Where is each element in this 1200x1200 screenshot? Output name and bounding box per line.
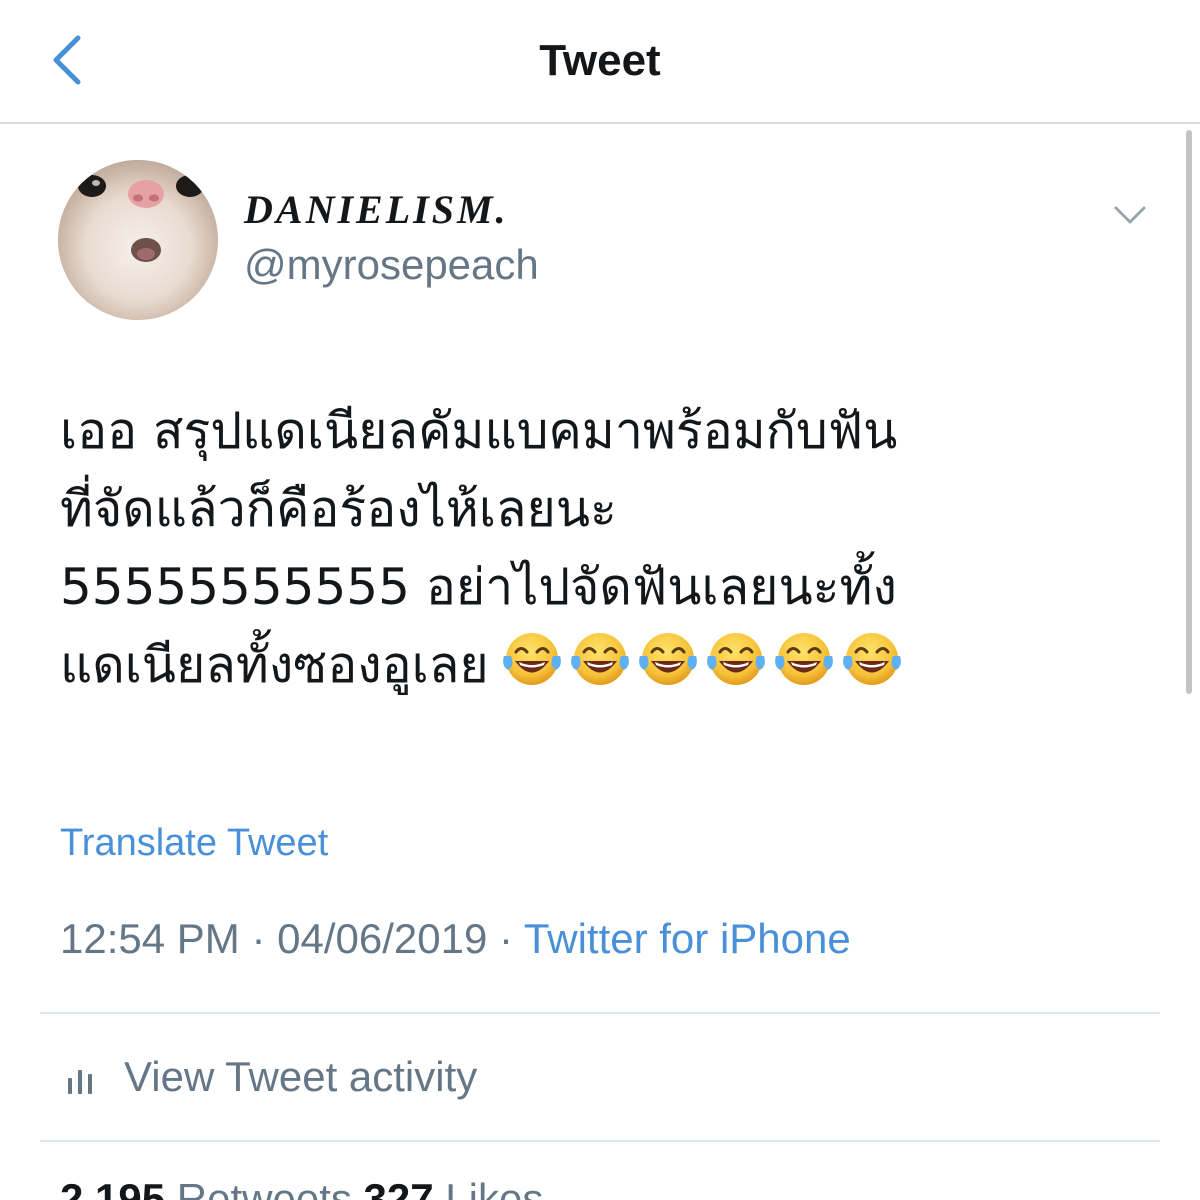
face-with-tears-of-joy-icon	[570, 633, 629, 685]
tweet-meta: 12:54 PM · 04/06/2019 · Twitter for iPho…	[60, 912, 851, 966]
face-with-tears-of-joy-icon	[638, 633, 697, 685]
navigation-bar: Tweet	[0, 0, 1200, 124]
author-display-name[interactable]: DANIELISM.	[244, 186, 509, 234]
tweet-text-line: เออ สรุปแดเนียลคัมแบคมาพร้อมกับฟัน	[60, 402, 898, 460]
tweet-source-link[interactable]: Twitter for iPhone	[524, 915, 851, 962]
meta-separator: ·	[487, 915, 524, 962]
tweet-stats: 2,195 Retweets 327 Likes	[60, 1172, 543, 1200]
retweets-count[interactable]: 2,195	[60, 1175, 165, 1200]
divider	[40, 1140, 1160, 1142]
scrollbar[interactable]	[1186, 130, 1192, 694]
bar-chart-icon	[68, 1070, 92, 1094]
tweet-text-line: 55555555555 อย่าไปจัดฟันเลยนะทั้ง	[60, 558, 897, 616]
author-handle[interactable]: @myrosepeach	[244, 240, 539, 290]
tweet-date: 04/06/2019	[277, 915, 488, 962]
tweet-options-button[interactable]	[1110, 198, 1150, 232]
emoji-row	[499, 626, 907, 714]
view-tweet-activity-label: View Tweet activity	[124, 1053, 478, 1100]
face-with-tears-of-joy-icon	[502, 633, 561, 685]
face-with-tears-of-joy-icon	[774, 633, 833, 685]
retweets-label[interactable]: Retweets	[177, 1175, 352, 1200]
tweet-text-segment: แดเนียลทั้งซองอูเลย	[60, 636, 489, 694]
likes-label[interactable]: Likes	[445, 1175, 543, 1200]
meta-separator: ·	[239, 915, 278, 962]
page-title: Tweet	[539, 36, 661, 85]
translate-tweet-link[interactable]: Translate Tweet	[60, 820, 328, 866]
avatar[interactable]	[58, 160, 218, 320]
cat-avatar-image	[58, 160, 218, 320]
tweet-time: 12:54 PM	[60, 915, 240, 962]
tweet-text: เออ สรุปแดเนียลคัมแบคมาพร้อมกับฟัน ที่จั…	[60, 392, 1150, 714]
chevron-down-icon	[1114, 206, 1146, 224]
face-with-tears-of-joy-icon	[706, 633, 765, 685]
likes-count[interactable]: 327	[364, 1175, 434, 1200]
divider	[40, 1012, 1160, 1014]
face-with-tears-of-joy-icon	[842, 633, 901, 685]
tweet-text-line: ที่จัดแล้วก็คือร้องไห้เลยนะ	[60, 480, 617, 538]
tweet-text-line-last: แดเนียลทั้งซองอูเลย	[60, 626, 1150, 714]
